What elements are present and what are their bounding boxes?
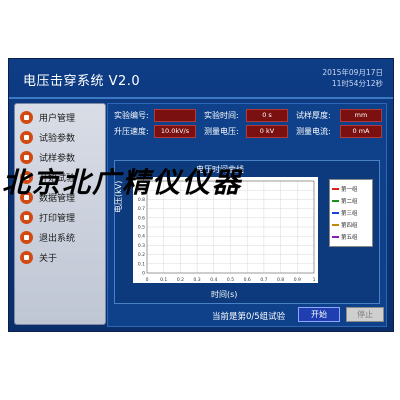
boost-speed-field[interactable]: 10.0kV/s <box>154 125 196 138</box>
sidebar-menu: 用户管理 试验参数 试样参数 开始试验 数据管理 打印管理 退出系统 关于 <box>14 103 106 325</box>
gear-icon <box>20 231 33 244</box>
legend-swatch <box>332 236 339 238</box>
voltage-field: 0 kV <box>246 125 288 138</box>
legend-swatch <box>332 224 339 226</box>
main-panel: 实验编号: 实验时间: 0 s 试样厚度: mm 升压速度: 10.0kV/s … <box>107 103 387 327</box>
voltage-label: 测量电压: <box>204 127 239 136</box>
y-tick-label: 0.5 <box>138 225 145 231</box>
legend-swatch <box>332 212 339 214</box>
gear-icon <box>20 211 33 224</box>
exp-time-field: 0 s <box>246 109 288 122</box>
x-tick-label: 0.9 <box>294 277 301 283</box>
thickness-label: 试样厚度: <box>296 111 331 120</box>
sidebar-item-label: 打印管理 <box>39 214 76 224</box>
x-tick-label: 0.8 <box>277 277 284 283</box>
stop-button[interactable]: 停止 <box>346 307 384 322</box>
legend-item: 第三组 <box>332 208 372 218</box>
x-tick-label: 0.2 <box>177 277 184 283</box>
y-tick-label: 0.1 <box>138 261 145 267</box>
gear-icon <box>20 131 33 144</box>
x-tick-label: 0.6 <box>244 277 251 283</box>
sidebar-item-user-management[interactable]: 用户管理 <box>15 108 105 128</box>
boost-speed-label: 升压速度: <box>114 127 149 136</box>
sidebar-item-about[interactable]: 关于 <box>15 248 105 268</box>
y-tick-label: 0.3 <box>138 243 145 249</box>
app-title: 电压击穿系统 V2.0 <box>23 74 141 89</box>
sidebar-item-label: 试验参数 <box>39 134 76 144</box>
x-tick-label: 0.1 <box>160 277 167 283</box>
current-field: 0 mA <box>340 125 382 138</box>
gear-icon <box>20 111 33 124</box>
legend-label: 第三组 <box>341 211 358 217</box>
sidebar-item-label: 关于 <box>39 254 58 264</box>
title-divider <box>9 97 393 99</box>
datetime-display: 2015年09月17日 11时54分12秒 <box>322 67 383 89</box>
y-tick-label: 0.6 <box>138 215 145 221</box>
sidebar-item-label: 用户管理 <box>39 114 76 124</box>
y-tick-label: 0 <box>142 271 145 277</box>
time-label: 11时54分12秒 <box>331 79 383 88</box>
start-button[interactable]: 开始 <box>298 307 340 322</box>
sidebar-item-exit[interactable]: 退出系统 <box>15 228 105 248</box>
date-label: 2015年09月17日 <box>322 68 383 77</box>
exp-no-label: 实验编号: <box>114 111 149 120</box>
x-tick-label: 0.4 <box>210 277 217 283</box>
y-tick-label: 0.4 <box>138 234 145 240</box>
x-tick-label: 0.5 <box>227 277 234 283</box>
sidebar-item-test-params[interactable]: 试验参数 <box>15 128 105 148</box>
sidebar-item-label: 退出系统 <box>39 234 76 244</box>
x-tick-label: 0.7 <box>260 277 267 283</box>
x-tick-label: 0 <box>146 277 149 283</box>
exp-time-label: 实验时间: <box>204 111 239 120</box>
y-tick-label: 0.7 <box>138 206 145 212</box>
current-label: 测量电流: <box>296 127 331 136</box>
x-tick-label: 1 <box>313 277 316 283</box>
test-status: 当前是第0/5组试验 <box>212 312 286 322</box>
x-axis-label: 时间(s) <box>211 290 238 299</box>
y-tick-label: 0.2 <box>138 252 145 258</box>
x-tick-label: 0.3 <box>194 277 201 283</box>
legend-item: 第五组 <box>332 232 372 242</box>
legend-label: 第五组 <box>341 235 358 241</box>
company-watermark: 北京北广精仪仪器 <box>2 166 243 199</box>
title-bar: 电压击穿系统 V2.0 2015年09月17日 11时54分12秒 <box>9 59 393 97</box>
gear-icon <box>20 251 33 264</box>
legend-item: 第四组 <box>332 220 372 230</box>
exp-no-field[interactable] <box>154 109 196 122</box>
sidebar-item-print-management[interactable]: 打印管理 <box>15 208 105 228</box>
thickness-field[interactable]: mm <box>340 109 382 122</box>
legend-label: 第四组 <box>341 223 358 229</box>
